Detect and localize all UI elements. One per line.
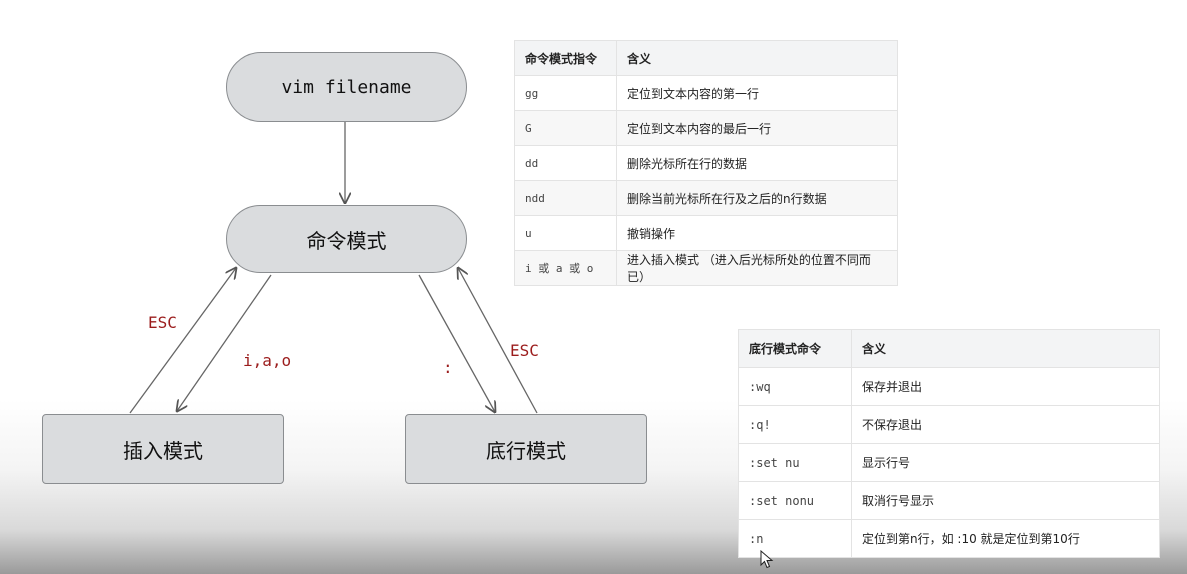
meaning-cell: 显示行号 — [851, 443, 1160, 482]
table-row: gg 定位到文本内容的第一行 — [514, 75, 898, 111]
edge-label-esc-insert: ESC — [148, 313, 177, 332]
node-bottom-line-mode: 底行模式 — [405, 414, 647, 484]
table-row: dd 删除光标所在行的数据 — [514, 145, 898, 181]
node-command-mode: 命令模式 — [226, 205, 467, 273]
command-cell: :wq — [738, 367, 852, 406]
header-cell: 命令模式指令 — [514, 40, 617, 76]
meaning-cell: 保存并退出 — [851, 367, 1160, 406]
mouse-pointer-icon — [760, 550, 774, 569]
meaning-cell: 删除光标所在行的数据 — [616, 145, 898, 181]
header-cell: 含义 — [851, 329, 1160, 368]
table-row: :q! 不保存退出 — [738, 405, 1160, 444]
meaning-cell: 进入插入模式 （进入后光标所处的位置不同而已） — [616, 250, 898, 286]
meaning-cell: 撤销操作 — [616, 215, 898, 251]
table-row: :set nonu 取消行号显示 — [738, 481, 1160, 520]
edge-label-esc-bottom: ESC — [510, 341, 539, 360]
header-cell: 底行模式命令 — [738, 329, 852, 368]
table-header-row: 底行模式命令 含义 — [738, 329, 1160, 368]
command-cell: gg — [514, 75, 617, 111]
table-row: G 定位到文本内容的最后一行 — [514, 110, 898, 146]
edge-command-to-insert — [177, 274, 272, 411]
edge-label-i-a-o: i,a,o — [243, 351, 292, 370]
command-cell: i 或 a 或 o — [514, 250, 617, 286]
meaning-cell: 定位到第n行，如 :10 就是定位到第10行 — [851, 519, 1160, 558]
meaning-cell: 取消行号显示 — [851, 481, 1160, 520]
command-cell: G — [514, 110, 617, 146]
table-row: :set nu 显示行号 — [738, 443, 1160, 482]
meaning-cell: 定位到文本内容的最后一行 — [616, 110, 898, 146]
header-cell: 含义 — [616, 40, 898, 76]
meaning-cell: 删除当前光标所在行及之后的n行数据 — [616, 180, 898, 216]
node-insert-mode: 插入模式 — [42, 414, 284, 484]
meaning-cell: 定位到文本内容的第一行 — [616, 75, 898, 111]
bottom-line-mode-table: 底行模式命令 含义 :wq 保存并退出 :q! 不保存退出 :set nu 显示… — [738, 329, 1160, 558]
edge-insert-to-command — [129, 268, 236, 414]
table-row: ndd 删除当前光标所在行及之后的n行数据 — [514, 180, 898, 216]
command-mode-table: 命令模式指令 含义 gg 定位到文本内容的第一行 G 定位到文本内容的最后一行 … — [514, 40, 898, 286]
command-cell: ndd — [514, 180, 617, 216]
table-row: i 或 a 或 o 进入插入模式 （进入后光标所处的位置不同而已） — [514, 250, 898, 286]
command-cell: :q! — [738, 405, 852, 444]
table-row: :n 定位到第n行，如 :10 就是定位到第10行 — [738, 519, 1160, 558]
command-cell: :n — [738, 519, 852, 558]
command-cell: u — [514, 215, 617, 251]
table-row: :wq 保存并退出 — [738, 367, 1160, 406]
edge-label-colon: : — [443, 358, 453, 377]
meaning-cell: 不保存退出 — [851, 405, 1160, 444]
table-header-row: 命令模式指令 含义 — [514, 40, 898, 76]
command-cell: dd — [514, 145, 617, 181]
command-cell: :set nonu — [738, 481, 852, 520]
table-row: u 撤销操作 — [514, 215, 898, 251]
command-cell: :set nu — [738, 443, 852, 482]
node-vim-filename: vim filename — [226, 52, 467, 122]
edge-command-to-bottom — [418, 274, 495, 412]
